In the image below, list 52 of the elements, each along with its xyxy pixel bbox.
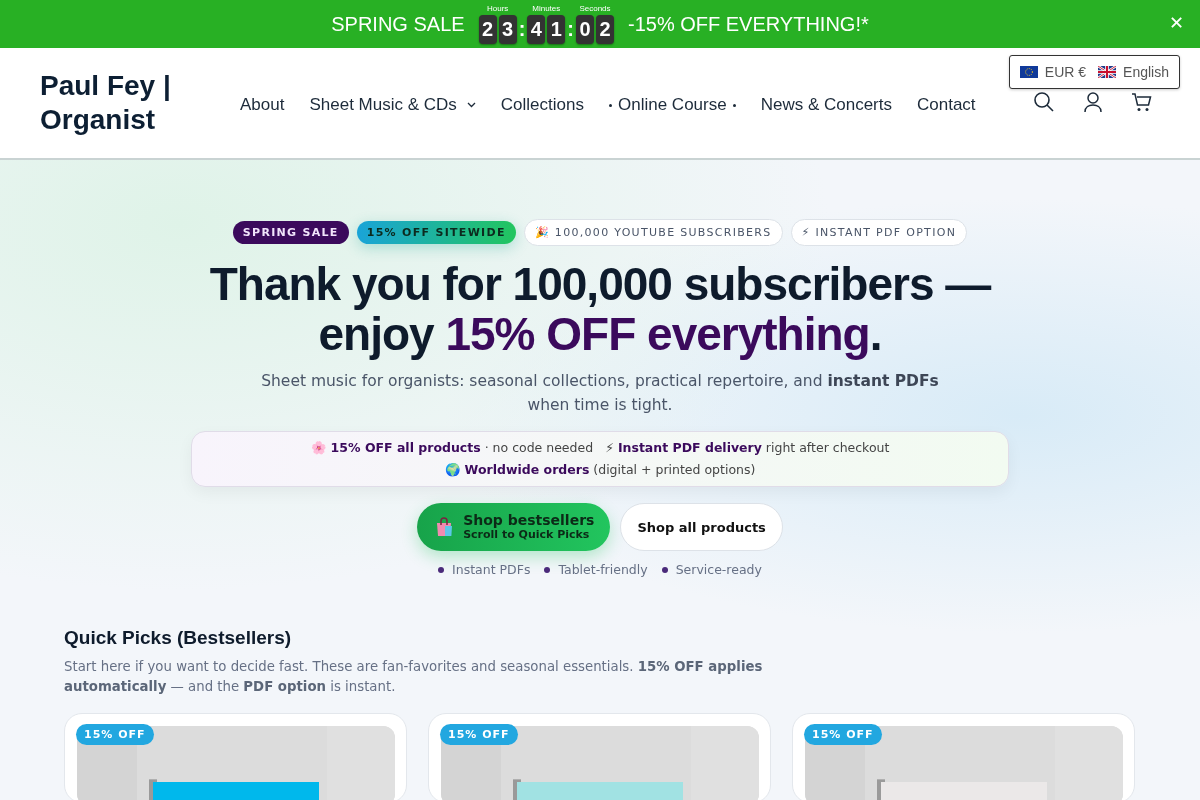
nav-link[interactable]: Collections <box>500 95 584 115</box>
countdown-label: Hours <box>486 4 509 14</box>
shop-bestsellers-button[interactable]: Shop bestsellers Scroll to Quick Picks <box>417 503 611 551</box>
currency-label: EUR € <box>1044 64 1087 80</box>
discount-badge: 15% OFF <box>804 724 882 745</box>
locale-selector[interactable]: EUR € English <box>1008 55 1180 89</box>
perk-text: ⚡ Instant PDF delivery right after checkout <box>605 440 890 456</box>
section-title: Quick Picks (Bestsellers) <box>64 627 293 649</box>
site-logo[interactable]: Paul Fey | Organist <box>40 69 190 137</box>
section-intro: Start here if you want to decide fast. These are fan-favorites and seasonal essentials. 15% OFF applies automatically — and the PDF option is instant. <box>64 658 764 696</box>
nav-link[interactable]: Online Course <box>609 95 736 115</box>
hero-badge: 🎉 100,000 YOUTUBE SUBSCRIBERS <box>523 219 783 246</box>
search-icon[interactable] <box>1032 91 1055 113</box>
feature-text: Instant PDFs <box>452 562 531 577</box>
feature-text: Service-ready <box>675 562 762 577</box>
hero-title: Thank you for 100,000 subscribers — enjoy 15% OFF everything. <box>208 259 992 359</box>
shopping-bag-icon <box>435 517 454 537</box>
perk-text: 🌍 Worldwide orders (digital + printed options) <box>444 462 756 478</box>
bullet-icon <box>661 566 668 573</box>
cart-icon[interactable] <box>1130 91 1153 113</box>
feature-text: Tablet-friendly <box>558 562 648 577</box>
bullet-icon <box>544 566 551 573</box>
countdown-label: Minutes <box>532 4 561 14</box>
offer-text: -15% OFF EVERYTHING!* <box>627 12 869 36</box>
countdown-digit: 1 <box>547 15 566 44</box>
countdown-digit: 2 <box>595 15 614 44</box>
countdown-label: Seconds <box>579 4 611 14</box>
eu-flag-icon <box>1019 66 1038 78</box>
countdown-separator: : <box>567 17 574 42</box>
countdown-separator: : <box>518 17 526 42</box>
language-label: English <box>1123 64 1169 80</box>
hero-badge: 15% OFF SITEWIDE <box>356 221 516 244</box>
perk-text: 🌸 15% OFF all products · no code needed <box>310 440 594 456</box>
countdown-digit: 2 <box>478 15 497 44</box>
chevron-down-icon <box>466 102 476 108</box>
bullet-icon <box>438 566 445 573</box>
hero-subtitle: Sheet music for organists: seasonal collections, practical repertoire, and instant PDFs when time is tight. <box>260 371 940 416</box>
nav-link[interactable]: Sheet Music & CDs <box>309 95 476 115</box>
sale-label: SPRING SALE <box>331 12 465 36</box>
nav-link[interactable]: About <box>240 95 285 115</box>
countdown-digit: 3 <box>498 15 517 44</box>
nav-link[interactable]: News & Concerts <box>760 95 892 115</box>
hero-badge: SPRING SALE <box>232 221 349 244</box>
shop-all-button[interactable]: Shop all products <box>620 503 783 551</box>
user-icon[interactable] <box>1081 91 1104 113</box>
uk-flag-icon <box>1098 66 1117 78</box>
countdown-digit: 4 <box>527 15 546 44</box>
discount-badge: 15% OFF <box>440 724 518 745</box>
countdown-digit: 0 <box>575 15 594 44</box>
hero-badge: ⚡ INSTANT PDF OPTION <box>790 219 968 246</box>
nav-link[interactable]: Contact <box>917 95 976 115</box>
discount-badge: 15% OFF <box>76 724 154 745</box>
